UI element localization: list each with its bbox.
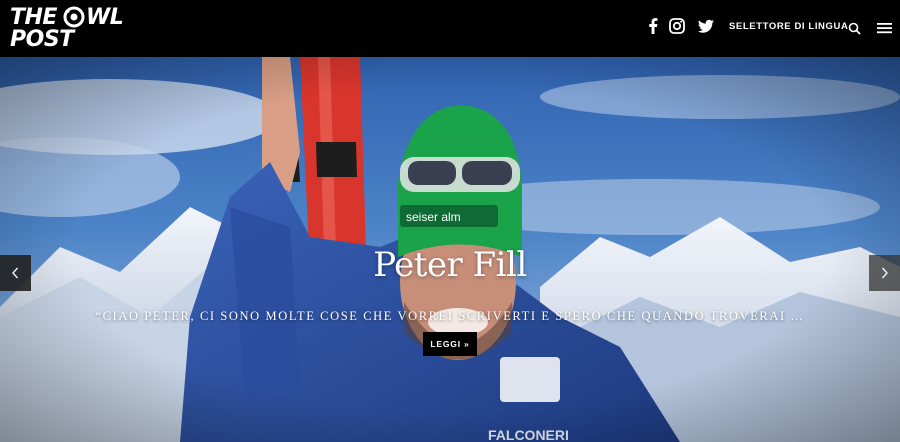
read-more-button[interactable]: LEGGI »: [423, 332, 477, 356]
hero-excerpt: “CIAO PETER, CI SONO MOLTE COSE CHE VORR…: [95, 309, 805, 323]
chevron-right-icon: [881, 267, 888, 279]
hero-title[interactable]: Peter Fill: [373, 245, 527, 285]
chevron-left-icon: [12, 267, 19, 279]
search-icon[interactable]: [848, 22, 861, 35]
logo-text-wl: WL: [86, 5, 124, 30]
hero-caption: Peter Fill: [0, 245, 900, 285]
facebook-icon[interactable]: [643, 16, 663, 36]
slider-next-button[interactable]: [869, 255, 900, 291]
slider-prev-button[interactable]: [0, 255, 31, 291]
logo-text-post: POST: [10, 27, 74, 52]
language-selector[interactable]: SELETTORE DI LINGUA: [729, 21, 848, 32]
site-header: THE WL POST SELETTORE DI LINGUA: [0, 0, 900, 57]
owl-logo-icon: [63, 6, 85, 28]
site-logo[interactable]: THE WL POST: [10, 5, 128, 53]
instagram-icon[interactable]: [667, 16, 687, 36]
hero-slider: FALCONERI seiser alm Peter Fill “CIAO PE…: [0, 57, 900, 442]
logo-text-the: THE: [10, 5, 57, 30]
hamburger-menu-icon[interactable]: [877, 21, 892, 35]
twitter-icon[interactable]: [696, 16, 716, 36]
